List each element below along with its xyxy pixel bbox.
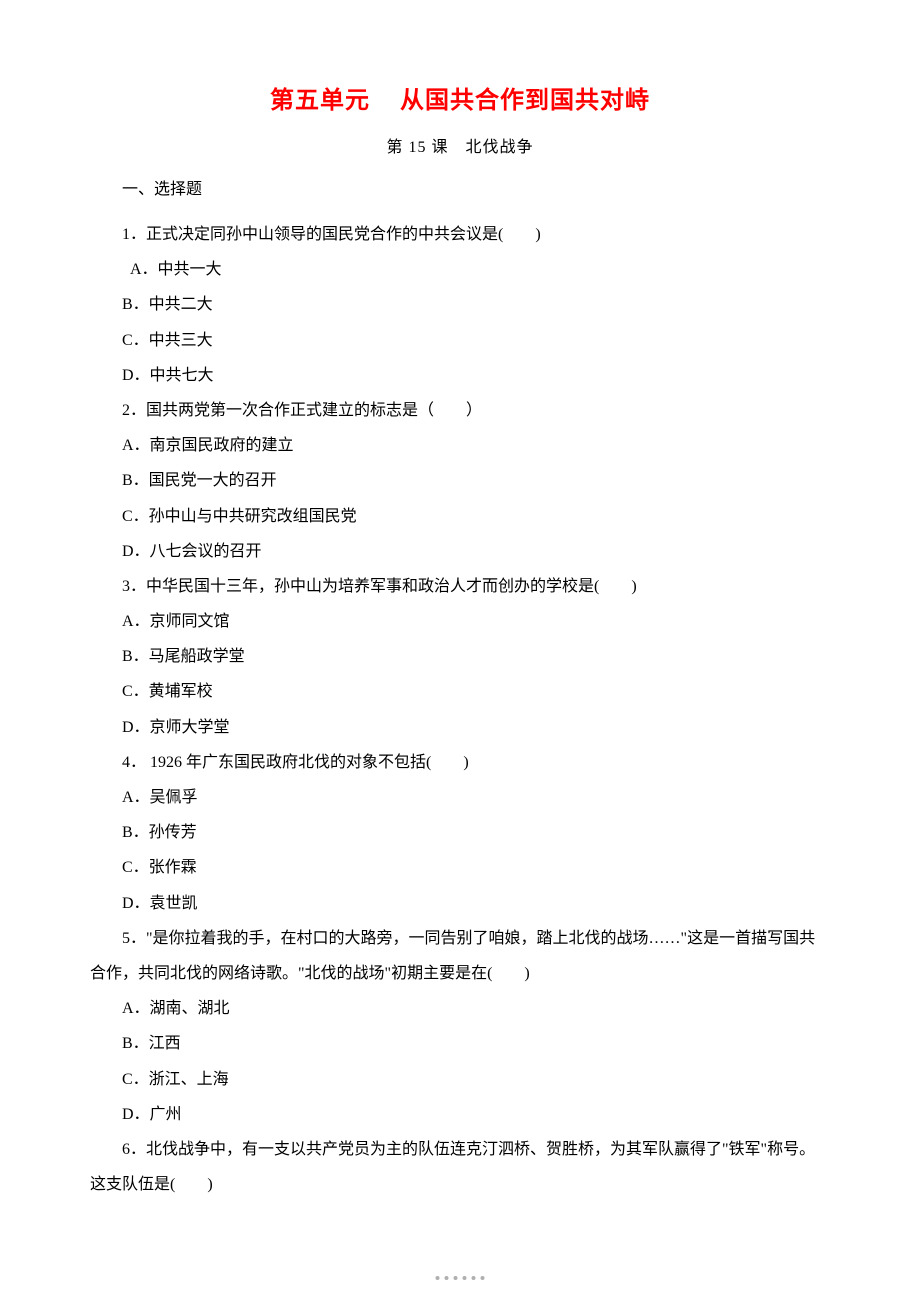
section-heading: 一、选择题	[90, 175, 830, 199]
question-option: D．袁世凯	[90, 886, 830, 921]
lesson-title: 第 15 课 北伐战争	[90, 133, 830, 157]
page-indicator-dots	[436, 1276, 485, 1280]
question-option: A．南京国民政府的建立	[90, 428, 830, 463]
question-option: C．中共三大	[90, 323, 830, 358]
question-option: A．中共一大	[90, 252, 830, 287]
question-option: B．中共二大	[90, 287, 830, 322]
questions-container: 1．正式决定同孙中山领导的国民党合作的中共会议是( )A．中共一大B．中共二大C…	[90, 217, 830, 1202]
question-option: D．八七会议的召开	[90, 534, 830, 569]
question-option: C．孙中山与中共研究改组国民党	[90, 499, 830, 534]
unit-title: 第五单元 从国共合作到国共对峙	[90, 80, 830, 115]
question-stem: 1．正式决定同孙中山领导的国民党合作的中共会议是( )	[90, 217, 830, 252]
question-option: C．张作霖	[90, 850, 830, 885]
question-stem: 4． 1926 年广东国民政府北伐的对象不包括( )	[90, 745, 830, 780]
unit-title-part-a: 第五单元	[270, 88, 370, 114]
question-option: A．京师同文馆	[90, 604, 830, 639]
question-option: D．京师大学堂	[90, 710, 830, 745]
question-stem: 3．中华民国十三年，孙中山为培养军事和政治人才而创办的学校是( )	[90, 569, 830, 604]
question-option: D．中共七大	[90, 358, 830, 393]
question-stem: 2．国共两党第一次合作正式建立的标志是（ ）	[90, 393, 830, 428]
question-option: B．孙传芳	[90, 815, 830, 850]
unit-title-part-b: 从国共合作到国共对峙	[400, 88, 650, 114]
question-option: B．国民党一大的召开	[90, 463, 830, 498]
question-option: D．广州	[90, 1097, 830, 1132]
question-option: A．吴佩孚	[90, 780, 830, 815]
question-option: C．浙江、上海	[90, 1062, 830, 1097]
question-option: B．江西	[90, 1026, 830, 1061]
question-option: B．马尾船政学堂	[90, 639, 830, 674]
question-option: C．黄埔军校	[90, 674, 830, 709]
question-stem: 6．北伐战争中，有一支以共产党员为主的队伍连克汀泗桥、贺胜桥，为其军队赢得了"铁…	[90, 1132, 830, 1202]
question-option: A．湖南、湖北	[90, 991, 830, 1026]
question-stem: 5．"是你拉着我的手，在村口的大路旁，一同告别了咱娘，踏上北伐的战场……"这是一…	[90, 921, 830, 991]
